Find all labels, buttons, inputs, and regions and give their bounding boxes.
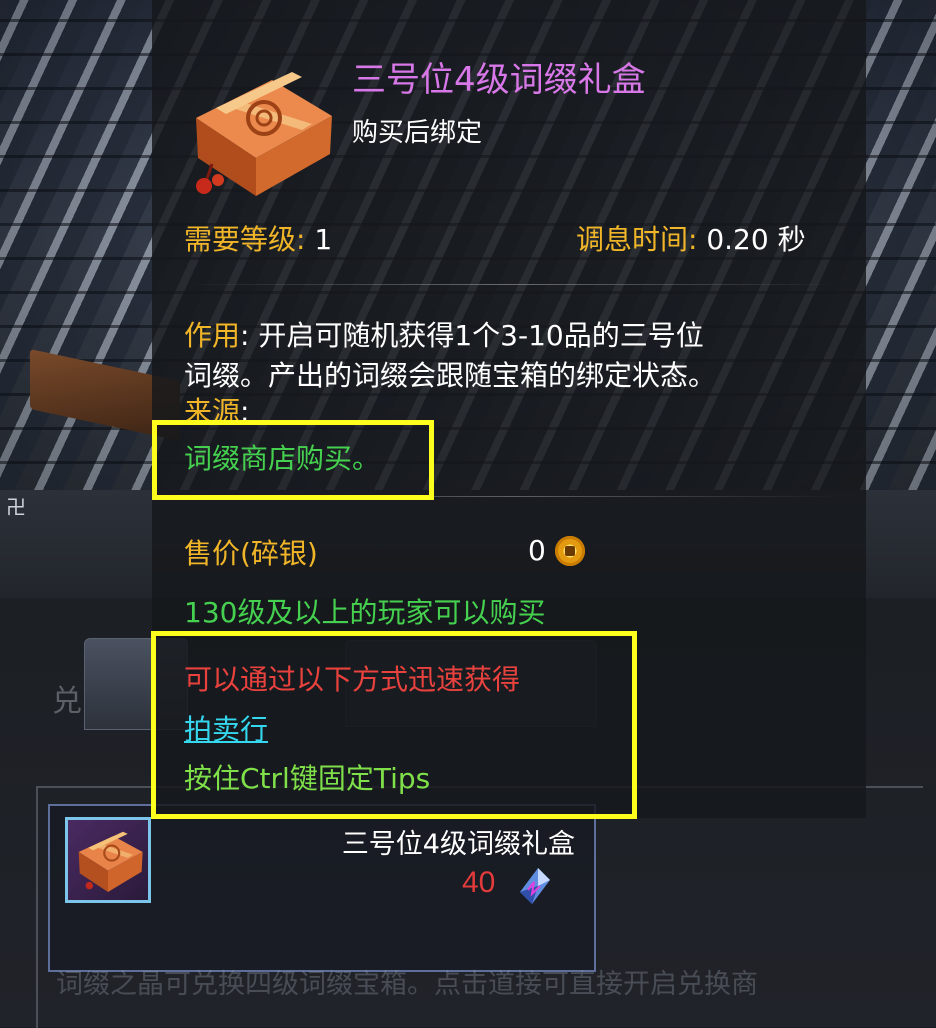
highlight-box-source: [152, 420, 434, 500]
sell-price-value: 0: [528, 534, 546, 567]
tooltip-divider: [184, 284, 840, 285]
effect-separator: :: [240, 319, 250, 352]
gift-box-icon: [196, 72, 332, 196]
shop-item-name: 三号位4级词缀礼盒: [341, 829, 575, 860]
cooldown-value: 0.20 秒: [706, 223, 806, 256]
effect-text-2: 词缀。产出的词缀会跟随宝箱的绑定状态。: [184, 359, 717, 392]
gift-box-icon: [78, 831, 143, 892]
shop-footer-hint: 词缀之晶可兑换四级词缀宝箱。点击道接可直接开启兑换商: [56, 969, 758, 1000]
required-level: 需要等级: 1: [184, 218, 332, 258]
tooltip-bind-status: 购买后绑定: [352, 118, 483, 148]
silver-coin-icon: [555, 536, 585, 566]
highlight-box-quick-get: [151, 631, 637, 819]
cooldown: 调息时间: 0.20 秒: [576, 218, 806, 258]
required-level-label: 需要等级:: [184, 223, 306, 256]
cooldown-label: 调息时间:: [576, 223, 698, 256]
effect-line-1: 作用: 开启可随机获得1个3-10品的三号位: [184, 314, 704, 354]
sell-price-label: 售价(碎银): [184, 537, 318, 570]
effect-text-1: 开启可随机获得1个3-10品的三号位: [258, 319, 704, 352]
faint-tab-text: 兑: [52, 684, 82, 719]
shop-item-icon-frame[interactable]: [65, 817, 151, 903]
tooltip-title: 三号位4级词缀礼盒: [352, 60, 646, 100]
effect-label: 作用: [184, 319, 241, 352]
crystal-gem-icon: [520, 868, 550, 904]
required-level-value: 1: [314, 223, 333, 256]
level-requirement-text: 130级及以上的玩家可以购买: [184, 596, 546, 629]
panel-corner-glyph: 卍: [6, 495, 26, 519]
shop-item-price: 40: [462, 866, 496, 899]
